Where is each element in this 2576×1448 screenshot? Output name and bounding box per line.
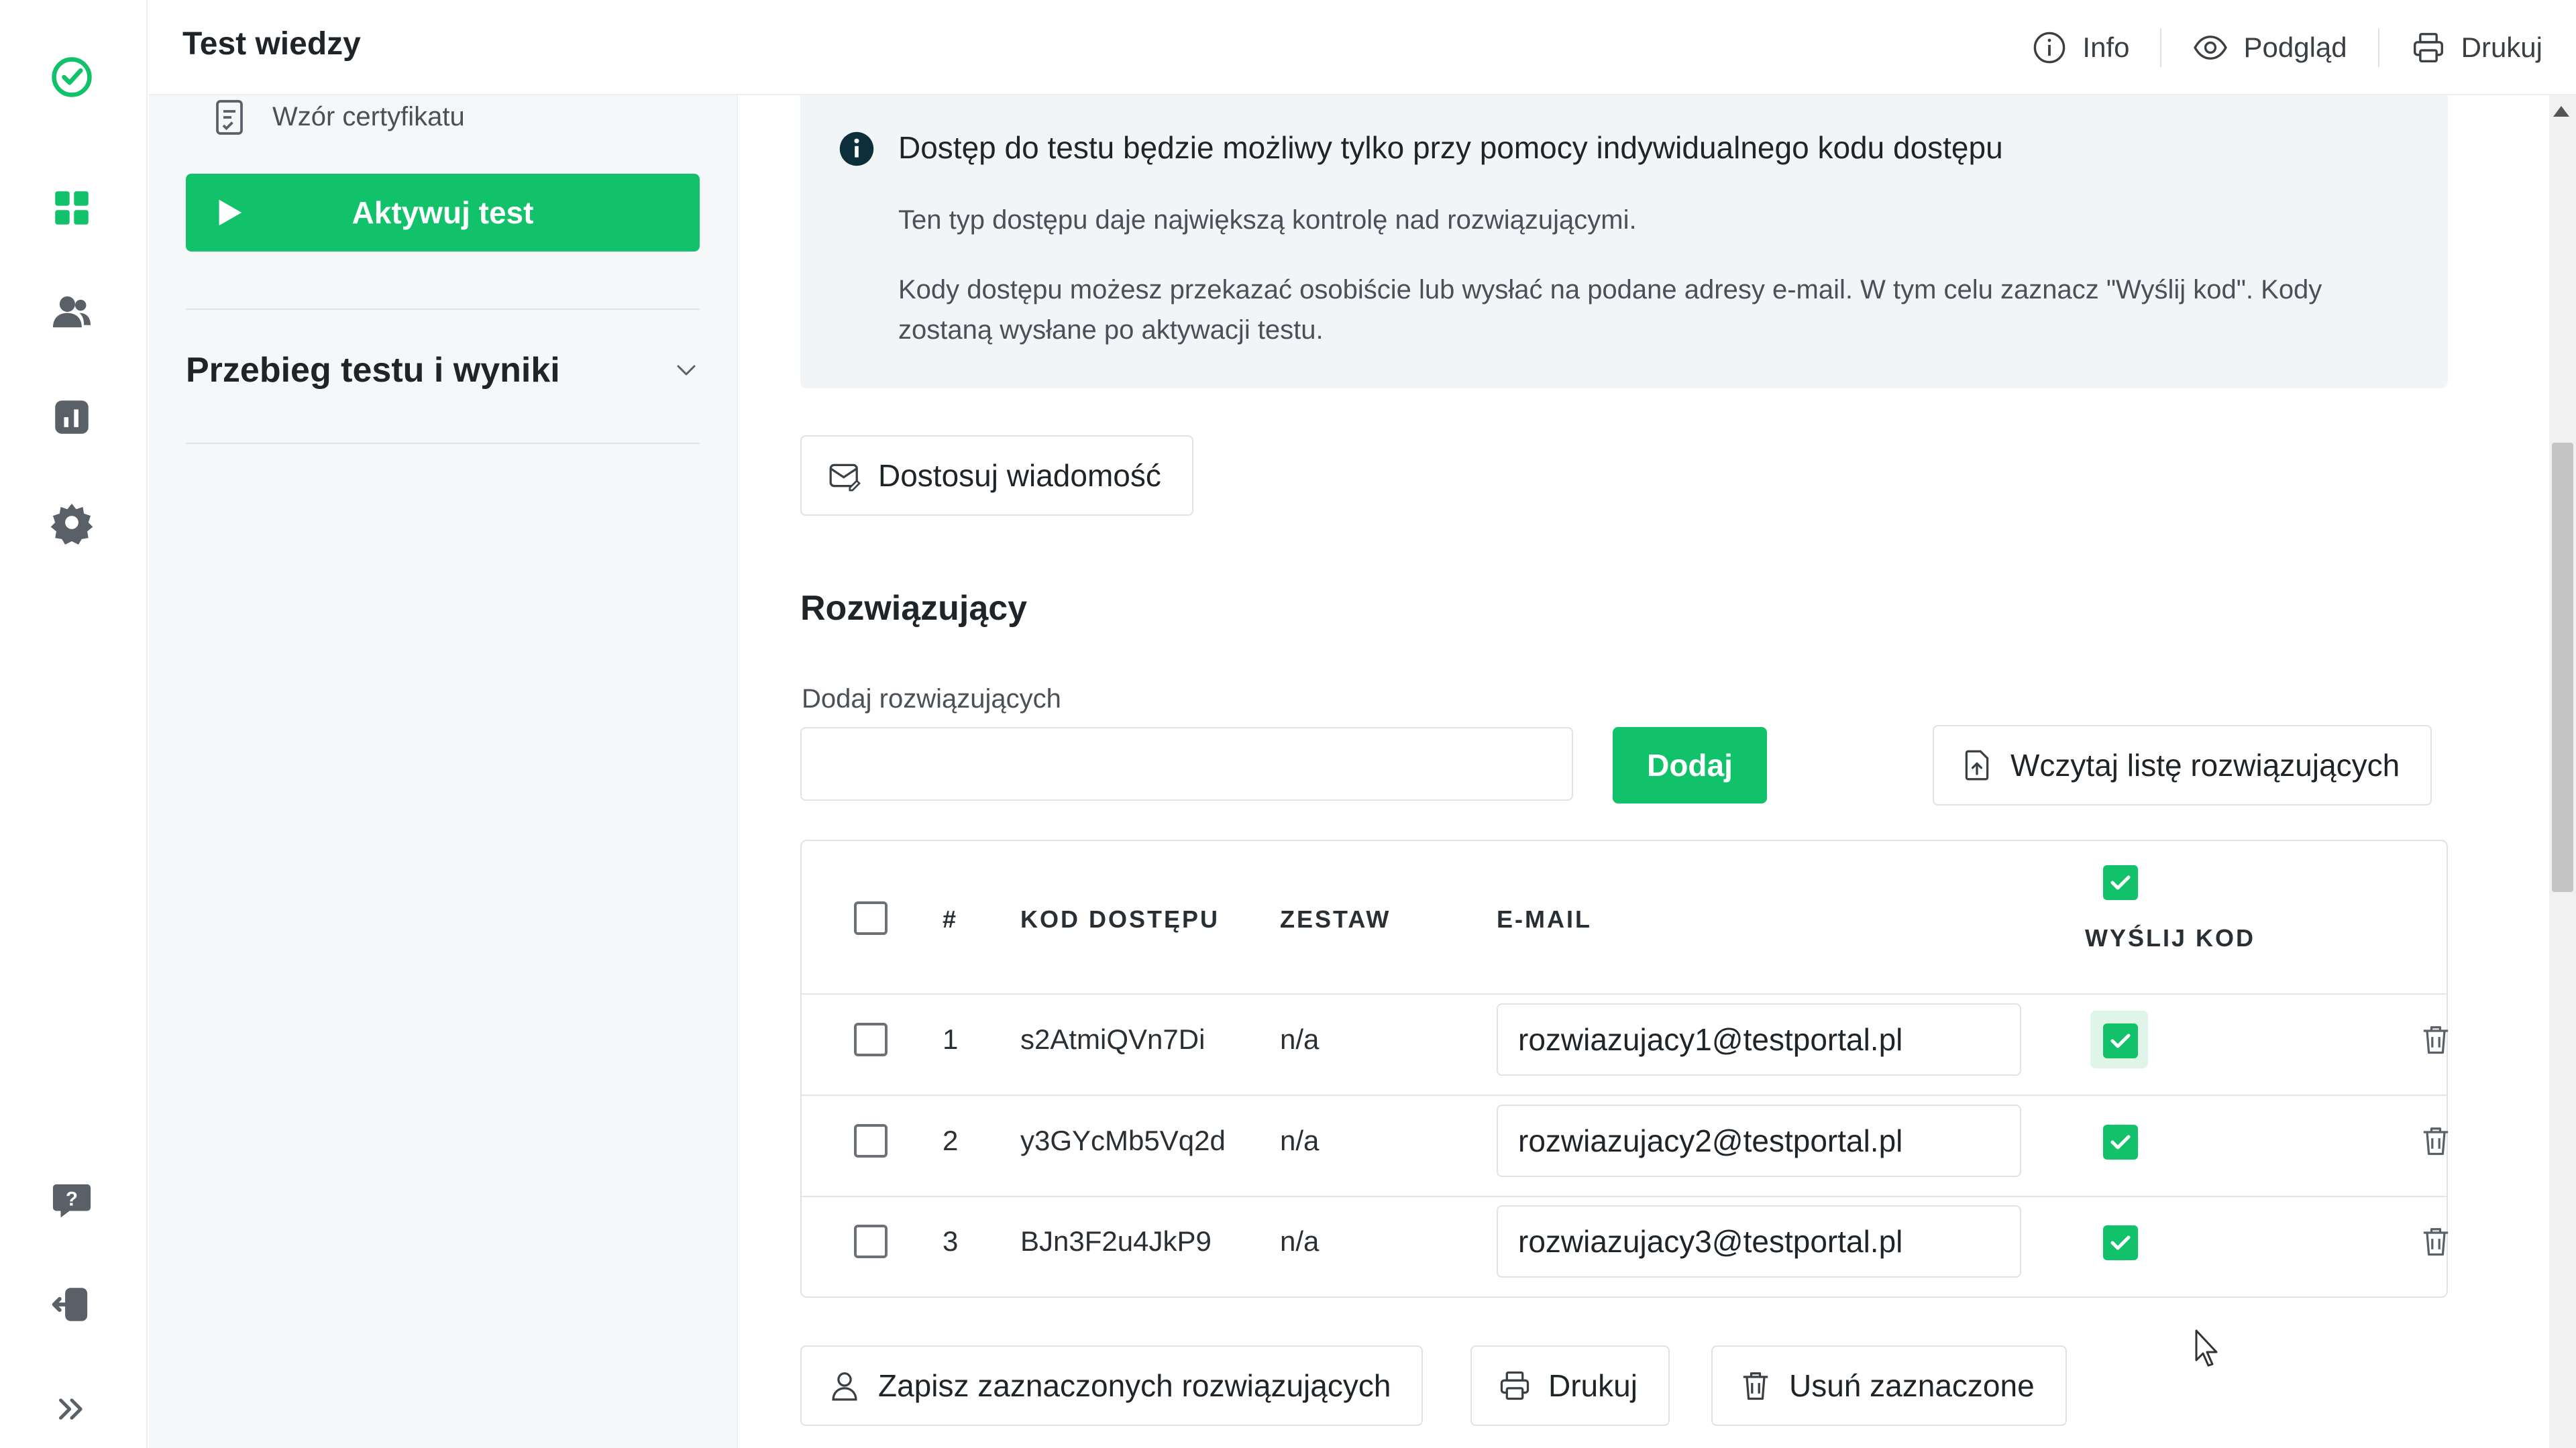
panel-divider (186, 309, 700, 310)
preview-button[interactable]: Podgląd (2161, 29, 2377, 66)
customize-message-button[interactable]: Dostosuj wiadomość (800, 435, 1193, 516)
row-number: 2 (943, 1125, 959, 1156)
send-all-checkbox[interactable] (2103, 865, 2138, 900)
email-field[interactable]: rozwiazujacy1@testportal.pl (1497, 1003, 2021, 1076)
main-content: Dostęp do testu będzie możliwy tylko prz… (738, 95, 2509, 1448)
print-label: Drukuj (2461, 32, 2542, 63)
row-divider (802, 993, 2447, 995)
certificate-template-item[interactable]: Wzór certyfikatu (209, 95, 465, 135)
set-value: n/a (1280, 1023, 1320, 1055)
testtakers-table: # KOD DOSTĘPU ZESTAW E-MAIL WYŚLIJ KOD 1… (800, 840, 2449, 1298)
info-paragraph: Ten typ dostępu daje największą kontrolę… (898, 205, 1637, 235)
email-field[interactable]: rozwiazujacy3@testportal.pl (1497, 1205, 2021, 1278)
add-testtakers-label: Dodaj rozwiązujących (802, 684, 1061, 714)
activate-label: Aktywuj test (352, 195, 534, 230)
certificate-label: Wzór certyfikatu (272, 101, 465, 131)
set-value: n/a (1280, 1225, 1320, 1257)
add-testtakers-input[interactable] (800, 727, 1573, 801)
info-label: Info (2082, 32, 2130, 63)
access-code: BJn3F2u4JkP9 (1020, 1225, 1212, 1257)
logout-icon[interactable] (47, 1280, 97, 1329)
eye-icon (2194, 36, 2228, 60)
info-title: Dostęp do testu będzie możliwy tylko prz… (898, 130, 2003, 165)
info-circle-icon (2034, 32, 2065, 64)
logo-check-icon[interactable] (47, 52, 97, 102)
trash-icon (1743, 1372, 1768, 1400)
check-icon (2110, 1135, 2131, 1150)
activate-test-button[interactable]: Aktywuj test (186, 174, 700, 252)
section-title: Rozwiązujący (800, 589, 1028, 628)
email-field[interactable]: rozwiazujacy2@testportal.pl (1497, 1105, 2021, 1177)
results-accordion[interactable]: Przebieg testu i wyniki (186, 343, 700, 397)
send-code-checkbox[interactable] (2103, 1225, 2138, 1260)
printer-icon (2413, 33, 2443, 62)
settings-panel: Wzór certyfikatu Aktywuj test Przebieg t… (149, 95, 738, 1448)
help-icon[interactable]: ? (47, 1175, 97, 1225)
save-selected-button[interactable]: Zapisz zaznaczonych rozwiązujących (800, 1345, 1424, 1426)
send-code-checkbox[interactable] (2103, 1023, 2138, 1058)
scrollbar-thumb[interactable] (2552, 443, 2573, 892)
expand-icon[interactable] (47, 1384, 97, 1434)
accordion-title: Przebieg testu i wyniki (186, 351, 560, 390)
column-header-send-code: WYŚLIJ KOD (2085, 924, 2256, 952)
send-code-checkbox[interactable] (2103, 1125, 2138, 1160)
add-button[interactable]: Dodaj (1613, 727, 1767, 803)
import-list-button[interactable]: Wczytaj listę rozwiązujących (1933, 725, 2432, 805)
file-upload-icon (1965, 750, 1989, 781)
row-select-checkbox[interactable] (854, 1023, 888, 1056)
customize-label: Dostosuj wiadomość (878, 458, 1161, 493)
check-icon (2110, 1235, 2131, 1250)
column-header-number: # (943, 905, 959, 933)
row-select-checkbox[interactable] (854, 1225, 888, 1258)
row-divider (802, 1095, 2447, 1096)
play-icon (219, 199, 242, 226)
page-title: Test wiedzy (182, 26, 361, 62)
row-divider (802, 1196, 2447, 1197)
column-header-set: ZESTAW (1280, 905, 1391, 933)
delete-selected-label: Usuń zaznaczone (1789, 1368, 2035, 1403)
printer-icon (1500, 1371, 1529, 1400)
trash-icon[interactable] (2418, 1224, 2453, 1259)
row-number: 3 (943, 1225, 959, 1257)
preview-label: Podgląd (2243, 32, 2347, 63)
users-icon[interactable] (47, 287, 97, 337)
check-icon (2110, 1034, 2131, 1048)
access-code: s2AtmiQVn7Di (1020, 1023, 1205, 1055)
column-header-email: E-MAIL (1497, 905, 1592, 933)
trash-icon[interactable] (2418, 1123, 2453, 1158)
column-header-code: KOD DOSTĘPU (1020, 905, 1220, 933)
check-icon (2110, 875, 2131, 890)
save-selected-label: Zapisz zaznaczonych rozwiązujących (878, 1368, 1391, 1403)
certificate-icon (216, 100, 243, 135)
info-button[interactable]: Info (2000, 29, 2160, 66)
info-filled-icon (839, 131, 874, 166)
set-value: n/a (1280, 1125, 1320, 1156)
panel-divider (186, 443, 700, 444)
top-header: Test wiedzy Info Podgląd Drukuj (149, 0, 2576, 95)
select-all-checkbox[interactable] (854, 901, 888, 935)
results-icon[interactable] (47, 392, 97, 442)
svg-text:?: ? (66, 1188, 78, 1210)
print-list-label: Drukuj (1548, 1368, 1638, 1403)
scroll-up-arrow-icon[interactable] (2553, 106, 2569, 117)
info-paragraph: Kody dostępu możesz przekazać osobiście … (898, 275, 2322, 345)
chevron-down-icon (677, 365, 696, 376)
mouse-cursor-icon (2195, 1329, 2218, 1367)
message-edit-icon (829, 463, 861, 492)
access-info-box: Dostęp do testu będzie możliwy tylko prz… (800, 95, 2448, 388)
import-label: Wczytaj listę rozwiązujących (2010, 748, 2400, 783)
icon-rail: ? (0, 0, 148, 1448)
header-actions: Info Podgląd Drukuj (2000, 0, 2542, 95)
dashboard-icon[interactable] (47, 183, 97, 233)
print-button[interactable]: Drukuj (2379, 29, 2542, 66)
trash-icon[interactable] (2418, 1022, 2453, 1057)
access-code: y3GYcMb5Vq2d (1020, 1125, 1226, 1156)
row-number: 1 (943, 1023, 959, 1055)
settings-icon[interactable] (47, 498, 97, 547)
print-list-button[interactable]: Drukuj (1470, 1345, 1670, 1426)
user-icon (832, 1372, 857, 1401)
row-select-checkbox[interactable] (854, 1124, 888, 1158)
delete-selected-button[interactable]: Usuń zaznaczone (1711, 1345, 2067, 1426)
